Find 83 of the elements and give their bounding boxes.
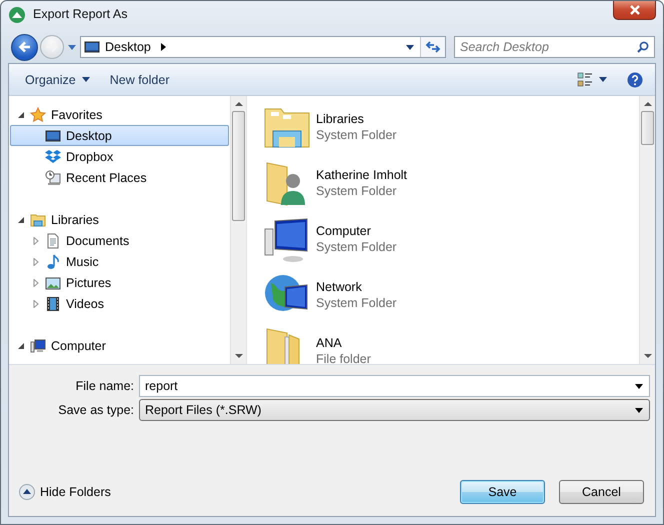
save-button[interactable]: Save xyxy=(460,480,545,504)
sidebar-item[interactable]: Music xyxy=(10,251,229,272)
sidebar-item[interactable]: Videos xyxy=(10,293,229,314)
collapsed-arrow-icon[interactable] xyxy=(32,278,40,286)
sidebar-item[interactable]: Computer xyxy=(10,335,229,356)
scrollbar[interactable] xyxy=(639,96,655,364)
caret-icon[interactable] xyxy=(406,44,414,50)
sidebar-item[interactable]: Documents xyxy=(10,230,229,251)
file-name: Katherine Imholt xyxy=(316,168,408,182)
file-name: Network xyxy=(316,280,363,294)
refresh-button[interactable] xyxy=(420,37,445,57)
monitor-icon xyxy=(45,128,61,144)
caret-icon[interactable] xyxy=(635,384,643,388)
close-button[interactable] xyxy=(613,1,656,20)
collapse-up-icon xyxy=(19,484,35,500)
address-bar[interactable]: Desktop xyxy=(80,36,446,58)
computer-icon xyxy=(30,338,46,354)
sidebar-item[interactable]: Recent Places xyxy=(10,167,229,188)
collapsed-arrow-icon[interactable] xyxy=(32,258,40,266)
help-icon xyxy=(627,72,643,88)
file-type: System Folder xyxy=(316,296,397,310)
file-name: ANA xyxy=(316,336,343,350)
sidebar-item[interactable]: Libraries xyxy=(10,209,229,230)
save-as-type-label: Save as type: xyxy=(57,403,135,417)
file-type: File folder xyxy=(316,352,371,364)
caret-icon xyxy=(599,77,607,82)
file-name-label: File name: xyxy=(74,379,135,393)
close-icon xyxy=(630,4,640,14)
caret-icon xyxy=(635,408,643,412)
scroll-up-arrow-icon[interactable] xyxy=(234,101,242,106)
document-icon xyxy=(45,232,61,248)
sidebar-item[interactable]: Desktop xyxy=(10,125,229,146)
collapsed-arrow-icon[interactable] xyxy=(32,236,40,244)
view-list-icon xyxy=(577,72,593,88)
file-type: System Folder xyxy=(316,128,397,142)
organize-button[interactable]: Organize xyxy=(19,70,96,90)
recent-places-icon xyxy=(45,170,61,186)
collapsed-arrow-icon[interactable] xyxy=(32,300,40,308)
file-type: System Folder xyxy=(316,184,398,198)
file-type: System Folder xyxy=(316,240,397,254)
file-item[interactable]: Network System Folder xyxy=(263,267,639,323)
right-arrow-icon xyxy=(45,40,59,54)
picture-icon xyxy=(45,274,61,290)
left-arrow-icon xyxy=(18,40,32,54)
file-item[interactable]: Computer System Folder xyxy=(263,211,639,267)
dropdown-arrow-icon[interactable] xyxy=(68,44,76,50)
scroll-down-arrow-icon[interactable] xyxy=(644,354,652,359)
scroll-down-arrow-icon[interactable] xyxy=(234,354,242,359)
window-title: Export Report As xyxy=(33,7,128,21)
new-folder-button[interactable]: New folder xyxy=(104,70,176,90)
search-icon xyxy=(637,41,649,53)
file-item[interactable]: ANA File folder xyxy=(263,323,639,364)
expanded-arrow-icon[interactable] xyxy=(17,216,25,224)
file-item[interactable]: Libraries System Folder xyxy=(263,99,639,155)
film-icon xyxy=(45,296,61,312)
scroll-up-arrow-icon[interactable] xyxy=(644,101,652,106)
cancel-button[interactable]: Cancel xyxy=(559,480,644,504)
scrollbar-thumb[interactable] xyxy=(641,111,654,145)
monitor-icon xyxy=(84,39,100,55)
scrollbar[interactable] xyxy=(230,96,246,364)
sidebar-item[interactable]: Favorites xyxy=(10,104,229,125)
file-name: Computer xyxy=(316,224,372,238)
address-location[interactable]: Desktop xyxy=(105,40,151,54)
sidebar-item[interactable]: Dropbox xyxy=(10,146,229,167)
expanded-arrow-icon[interactable] xyxy=(17,342,25,350)
music-note-icon xyxy=(45,254,61,270)
file-name-field[interactable]: report xyxy=(139,375,650,397)
expanded-arrow-icon[interactable] xyxy=(17,110,25,118)
refresh-icon xyxy=(425,39,441,55)
library-folder-icon xyxy=(30,212,46,228)
dropbox-icon xyxy=(45,148,61,164)
scrollbar-thumb[interactable] xyxy=(232,111,245,221)
save-as-type-dropdown[interactable]: Report Files (*.SRW) xyxy=(139,399,650,421)
search-field[interactable]: Search Desktop xyxy=(454,36,655,58)
file-name: Libraries xyxy=(316,112,365,126)
hide-folders-button[interactable]: Hide Folders xyxy=(19,484,111,500)
chevron-right-icon[interactable] xyxy=(160,43,166,51)
file-item[interactable]: Katherine Imholt System Folder xyxy=(263,155,639,211)
sidebar-item[interactable]: Pictures xyxy=(10,272,229,293)
star-icon xyxy=(30,106,46,122)
caret-icon xyxy=(82,77,90,82)
app-logo-icon xyxy=(9,7,25,23)
back-button[interactable] xyxy=(11,34,38,60)
